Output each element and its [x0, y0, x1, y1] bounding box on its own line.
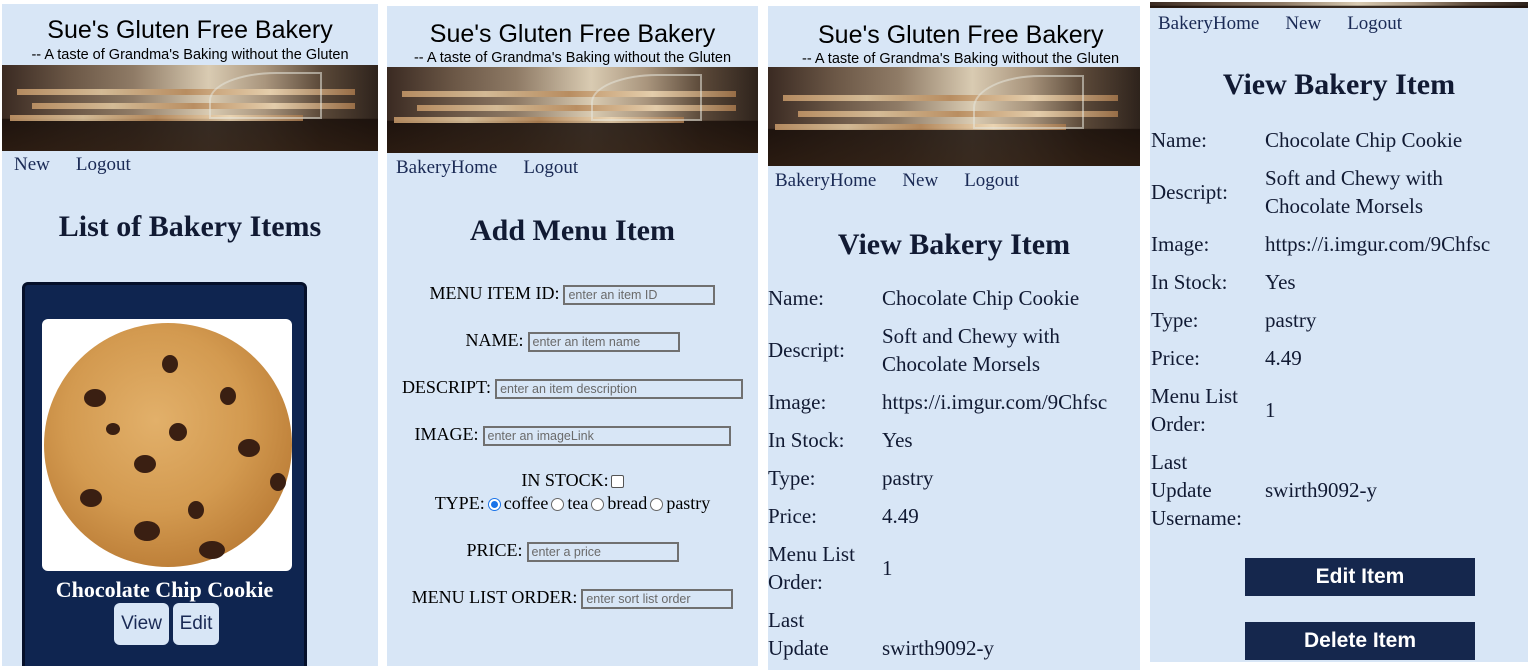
site-tagline: -- A taste of Grandma's Baking without t… — [413, 50, 732, 66]
view-panel: Sue's Gluten Free Bakery -- A taste of G… — [768, 6, 1140, 670]
type-value: pastry — [882, 466, 934, 490]
view-button[interactable]: View — [114, 603, 169, 645]
price-label: Price: — [768, 504, 817, 528]
image-row: IMAGE: enter an imageLink — [387, 424, 758, 446]
descript-label: Descript: — [768, 338, 845, 362]
image-value: https://i.imgur.com/9Chfsc — [882, 390, 1108, 414]
type-row: TYPE: coffee tea bread pastry — [387, 493, 758, 514]
image-value: https://i.imgur.com/9Chfsc — [1265, 232, 1491, 256]
price-value: 4.49 — [882, 504, 919, 528]
update-label-line1: Last — [1151, 450, 1188, 474]
detail-table: Name: Chocolate Chip Cookie Descript: So… — [768, 6, 1140, 670]
nav-bakeryhome-link[interactable]: BakeryHome — [396, 157, 497, 178]
descript-value-line2: Chocolate Morsels — [1265, 194, 1424, 218]
update-label-line3: Username: — [1151, 506, 1242, 530]
type-option-bread: bread — [607, 493, 648, 513]
image-label: IMAGE: — [414, 424, 479, 444]
name-label: Name: — [768, 286, 824, 310]
name-value: Chocolate Chip Cookie — [1265, 128, 1463, 152]
update-value: swirth9092-y — [882, 636, 994, 660]
cookie-image — [42, 319, 292, 571]
price-label: PRICE: — [466, 540, 523, 560]
in-stock-checkbox[interactable] — [610, 475, 624, 489]
price-label: Price: — [1151, 346, 1200, 370]
nav-logout-link[interactable]: Logout — [523, 157, 578, 178]
update-value: swirth9092-y — [1265, 478, 1377, 502]
item-id-label: MENU ITEM ID: — [429, 283, 560, 303]
descript-label: DESCRIPT: — [401, 377, 492, 397]
update-label-line1: Last — [768, 608, 805, 632]
type-option-coffee: coffee — [503, 493, 549, 513]
in-stock-row: IN STOCK: — [387, 470, 758, 491]
price-input[interactable]: enter a price — [526, 541, 679, 562]
image-input[interactable]: enter an imageLink — [482, 425, 731, 446]
name-row: NAME: enter an item name — [387, 330, 758, 352]
in-stock-label: In Stock: — [1151, 270, 1228, 294]
list-order-row: MENU LIST ORDER: enter sort list order — [387, 587, 758, 609]
nav-new-link[interactable]: New — [14, 154, 50, 175]
type-radio-pastry[interactable] — [650, 498, 664, 512]
order-label-line2: Order: — [1151, 412, 1206, 436]
type-radio-tea[interactable] — [551, 498, 565, 512]
price-value: 4.49 — [1265, 346, 1302, 370]
type-option-tea: tea — [567, 493, 589, 513]
name-value: Chocolate Chip Cookie — [882, 286, 1080, 310]
order-value: 1 — [1265, 398, 1276, 422]
order-value: 1 — [882, 556, 893, 580]
name-label: NAME: — [465, 330, 524, 350]
in-stock-value: Yes — [1265, 270, 1296, 294]
type-radio-coffee[interactable] — [487, 498, 501, 512]
in-stock-label: IN STOCK: — [521, 470, 609, 490]
update-label-line2: Update — [768, 636, 829, 660]
bakery-banner-image — [2, 65, 378, 151]
descript-row: DESCRIPT: enter an item description — [387, 377, 758, 399]
edit-item-button[interactable]: Edit Item — [1245, 558, 1475, 596]
type-value: pastry — [1265, 308, 1317, 332]
bakery-banner-image — [387, 67, 758, 153]
name-input[interactable]: enter an item name — [527, 331, 680, 352]
order-label-line1: Menu List — [1151, 384, 1238, 408]
price-row: PRICE: enter a price — [387, 540, 758, 562]
image-label: Image: — [768, 390, 827, 414]
order-label-line2: Order: — [768, 570, 823, 594]
list-order-input[interactable]: enter sort list order — [581, 588, 734, 609]
descript-label: Descript: — [1151, 180, 1228, 204]
nav-bar: BakeryHome Logout — [396, 157, 604, 179]
site-tagline: -- A taste of Grandma's Baking without t… — [31, 47, 349, 63]
item-id-input[interactable]: enter an item ID — [563, 284, 716, 305]
card-item-name: Chocolate Chip Cookie — [55, 577, 274, 602]
site-title: Sue's Gluten Free Bakery — [47, 16, 333, 44]
list-panel: Sue's Gluten Free Bakery -- A taste of G… — [2, 4, 378, 666]
order-label-line1: Menu List — [768, 542, 855, 566]
list-order-label: MENU LIST ORDER: — [411, 587, 578, 607]
add-panel: Sue's Gluten Free Bakery -- A taste of G… — [387, 6, 758, 666]
delete-item-button[interactable]: Delete Item — [1245, 622, 1475, 660]
type-label: TYPE: — [434, 493, 485, 513]
descript-value-line2: Chocolate Morsels — [882, 352, 1041, 376]
bakery-item-card: Chocolate Chip Cookie View Edit — [22, 282, 307, 666]
type-label: Type: — [768, 466, 816, 490]
edit-button[interactable]: Edit — [173, 603, 219, 645]
item-id-row: MENU ITEM ID: enter an item ID — [387, 283, 758, 305]
type-radio-bread[interactable] — [591, 498, 605, 512]
nav-bar: New Logout — [14, 154, 157, 176]
in-stock-value: Yes — [882, 428, 913, 452]
type-label: Type: — [1151, 308, 1199, 332]
page-title: Add Menu Item — [469, 214, 675, 247]
update-label-line2: Update — [1151, 478, 1212, 502]
site-title: Sue's Gluten Free Bakery — [429, 20, 716, 48]
name-label: Name: — [1151, 128, 1207, 152]
in-stock-label: In Stock: — [768, 428, 845, 452]
nav-logout-link[interactable]: Logout — [76, 154, 131, 175]
descript-value-line1: Soft and Chewy with — [882, 324, 1060, 348]
image-label: Image: — [1151, 232, 1210, 256]
type-option-pastry: pastry — [666, 493, 711, 513]
descript-value-line1: Soft and Chewy with — [1265, 166, 1443, 190]
view-panel-scrolled: BakeryHome New Logout View Bakery Item Nam… — [1150, 2, 1528, 662]
page-title: List of Bakery Items — [58, 210, 322, 243]
descript-input[interactable]: enter an item description — [495, 378, 744, 399]
